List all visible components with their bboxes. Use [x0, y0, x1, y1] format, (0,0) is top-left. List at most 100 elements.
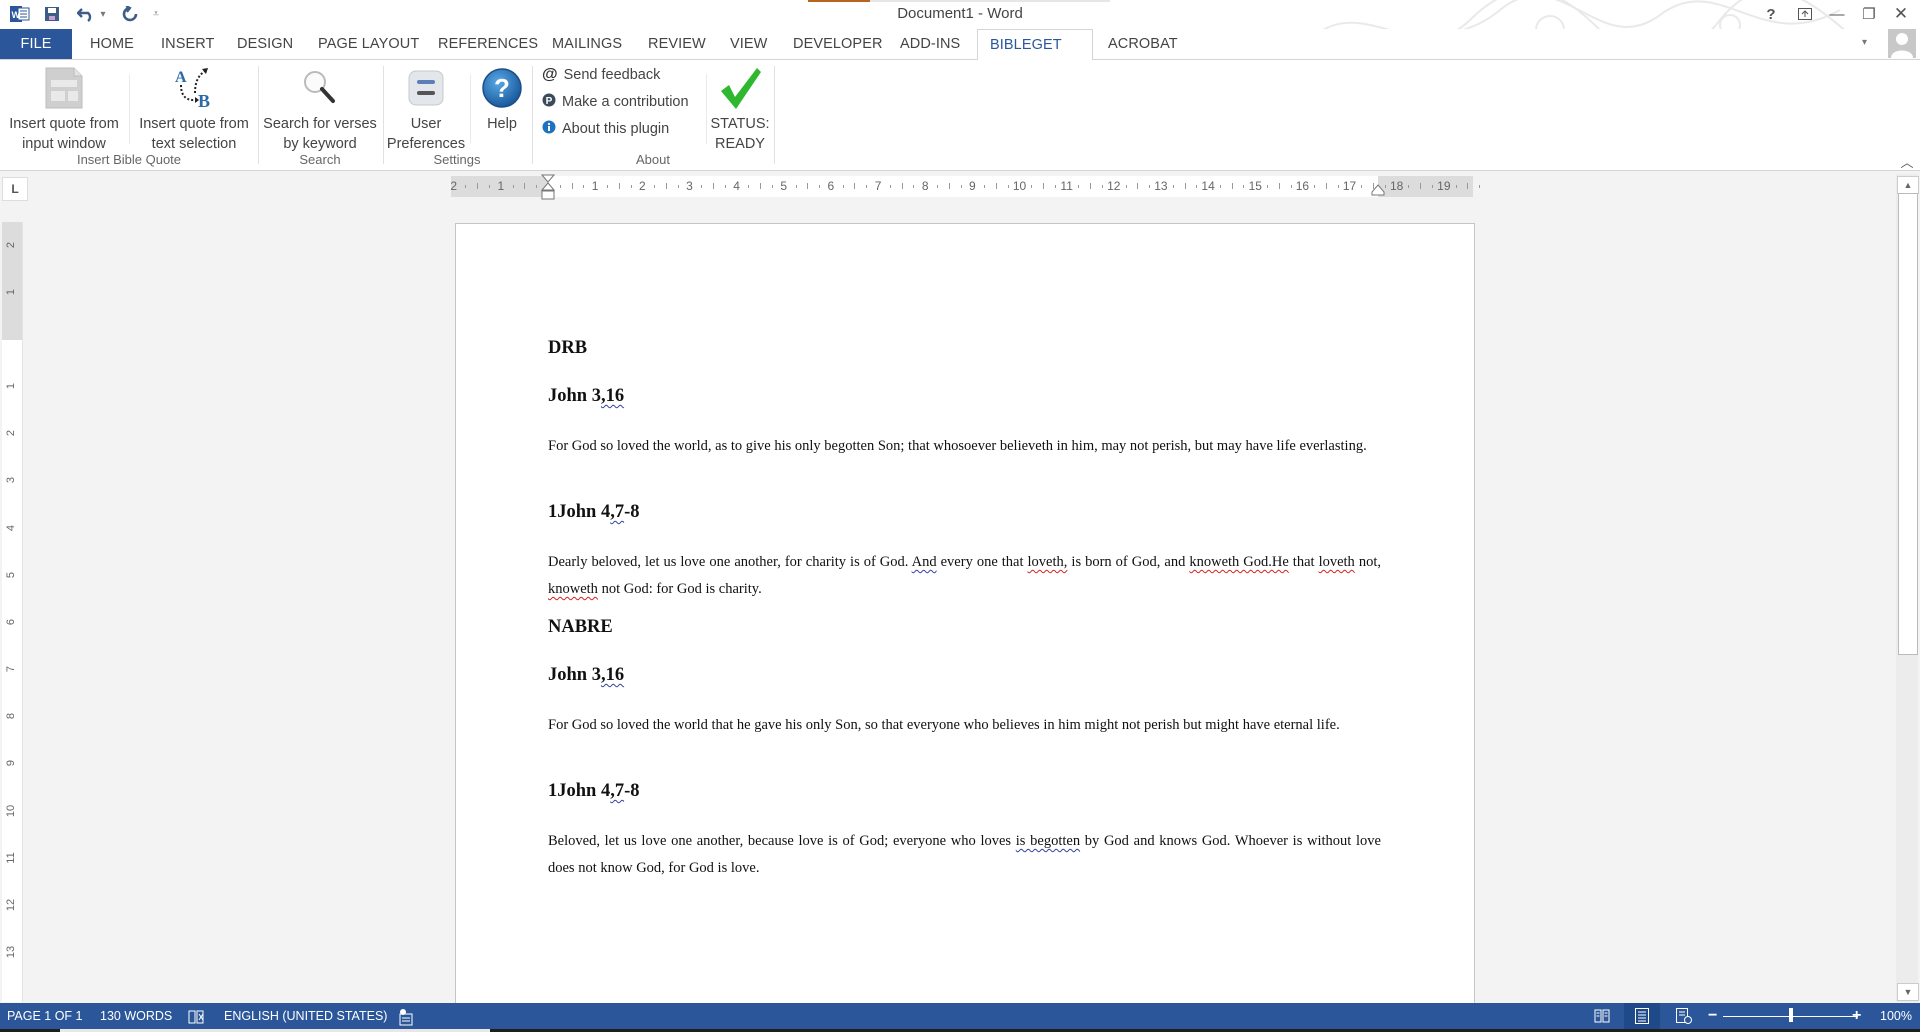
make-contribution-label: Make a contribution: [562, 94, 689, 110]
make-contribution-button[interactable]: P Make a contribution: [542, 91, 689, 113]
grammar-error: ,16: [600, 386, 625, 406]
tab-home[interactable]: HOME: [78, 29, 146, 59]
ribbon: Insert quote from input window A B Inser…: [0, 60, 1920, 171]
status-bar: PAGE 1 OF 1 130 WORDS ENGLISH (UNITED ST…: [0, 1003, 1920, 1029]
ruler-tick: [477, 183, 479, 189]
ruler-tick: [1432, 185, 1434, 188]
document-paragraph[interactable]: For God so loved the world that he gave …: [548, 712, 1381, 739]
zoom-level[interactable]: 100%: [1880, 1003, 1912, 1029]
close-button[interactable]: ✕: [1886, 2, 1916, 26]
document-paragraph[interactable]: Beloved, let us love one another, becaus…: [548, 828, 1381, 882]
collapse-ribbon-icon[interactable]: ︿: [1896, 152, 1918, 171]
word-count[interactable]: 130 WORDS: [100, 1003, 172, 1029]
status-label-line1: STATUS:: [710, 116, 770, 132]
vertical-ruler-number: 10: [5, 804, 17, 817]
tab-mailings[interactable]: MAILINGS: [540, 29, 634, 59]
vertical-ruler-number: 13: [5, 945, 17, 959]
ruler-number: 14: [1201, 179, 1215, 193]
right-indent-marker[interactable]: [1371, 184, 1385, 196]
help-button[interactable]: ?: [1756, 2, 1786, 26]
user-avatar[interactable]: [1888, 29, 1916, 58]
language-indicator[interactable]: ENGLISH (UNITED STATES): [224, 1003, 387, 1029]
separator: [470, 74, 471, 144]
account-dropdown-icon[interactable]: ▾: [1862, 37, 1867, 48]
web-layout-button[interactable]: [1666, 1003, 1702, 1029]
document-paragraph[interactable]: Dearly beloved, let us love one another,…: [548, 549, 1381, 603]
ruler-tick: [724, 185, 726, 188]
send-feedback-button[interactable]: @ Send feedback: [542, 64, 660, 86]
minimize-button[interactable]: —: [1822, 2, 1852, 26]
zoom-out-button[interactable]: −: [1708, 1003, 1717, 1029]
document-heading[interactable]: NABRE: [548, 617, 1381, 638]
ruler-tick: [536, 185, 538, 188]
tab-design[interactable]: DESIGN: [225, 29, 305, 59]
first-line-indent-marker[interactable]: [541, 174, 555, 202]
tab-review[interactable]: REVIEW: [636, 29, 718, 59]
tab-view[interactable]: VIEW: [718, 29, 779, 59]
ruler-tick: [901, 183, 903, 189]
ruler-tick: [866, 185, 868, 188]
ruler-tick: [960, 185, 962, 188]
tab-add-ins[interactable]: ADD-INS: [888, 29, 972, 59]
ruler-tick: [1031, 185, 1033, 188]
print-layout-button[interactable]: [1624, 1003, 1660, 1029]
text-run: not,: [1354, 554, 1381, 570]
spelling-error: knoweth God.He: [1189, 554, 1289, 570]
document-page[interactable]: DRB John 3,16 For God so loved the world, …: [455, 223, 1475, 1014]
tab-insert[interactable]: INSERT: [149, 29, 227, 59]
ruler-tick: [559, 185, 561, 188]
ruler-tick: [819, 185, 821, 188]
grammar-error: And: [911, 554, 937, 570]
text-run: every one that: [936, 554, 1028, 570]
insert-quote-text-selection-button[interactable]: A B Insert quote from text selection: [132, 62, 256, 154]
separator: [706, 74, 707, 144]
tab-page-layout[interactable]: PAGE LAYOUT: [306, 29, 431, 59]
search-verses-by-keyword-button[interactable]: Search for verses by keyword: [262, 62, 378, 154]
ruler-number: 15: [1248, 179, 1262, 193]
ruler-tick: [1043, 183, 1045, 189]
tab-bibleget-io[interactable]: BIBLEGET I/O: [977, 29, 1093, 83]
ruler-tick: [1078, 185, 1080, 188]
zoom-slider-thumb[interactable]: [1788, 1008, 1793, 1022]
ribbon-display-options-button[interactable]: [1790, 2, 1820, 26]
about-plugin-label: About this plugin: [562, 121, 670, 137]
restore-button[interactable]: ❐: [1854, 2, 1884, 26]
vertical-ruler-number: 7: [5, 665, 17, 673]
user-preferences-button[interactable]: User Preferences: [386, 62, 466, 154]
ruler-tick: [524, 183, 526, 189]
scrollbar-thumb[interactable]: [1898, 193, 1918, 655]
ruler-tick: [842, 185, 844, 188]
tab-references[interactable]: REFERENCES: [426, 29, 550, 59]
group-separator: [774, 66, 775, 164]
ribbon-tabs: FILE HOME INSERT DESIGN PAGE LAYOUT REFE…: [0, 29, 1920, 83]
grammar-error: ,7: [610, 781, 625, 801]
document-heading[interactable]: John 3,16: [548, 665, 1381, 686]
proofing-book-icon: [188, 1010, 204, 1024]
help-plugin-button[interactable]: ? Help: [474, 62, 530, 134]
tab-developer[interactable]: DEVELOPER: [781, 29, 895, 59]
about-plugin-button[interactable]: About this plugin: [542, 118, 669, 140]
document-heading[interactable]: John 3,16: [548, 386, 1381, 407]
document-paragraph[interactable]: For God so loved the world, as to give h…: [548, 433, 1381, 460]
text-run: Beloved, let us love one another, becaus…: [548, 833, 1016, 849]
document-heading[interactable]: 1John 4,7-8: [548, 502, 1381, 523]
tab-acrobat[interactable]: ACROBAT: [1096, 29, 1190, 59]
proofing-status[interactable]: [188, 1003, 206, 1029]
ruler-tick: [1219, 185, 1221, 188]
read-mode-button[interactable]: [1584, 1003, 1620, 1029]
document-heading[interactable]: 1John 4,7-8: [548, 781, 1381, 802]
scroll-up-button[interactable]: ▲: [1897, 176, 1919, 194]
macro-recording-button[interactable]: [398, 1003, 414, 1029]
ribbon-display-icon: [1798, 8, 1812, 20]
read-mode-icon: [1594, 1009, 1610, 1023]
ruler-tick: [701, 185, 703, 188]
ruler-number: 5: [780, 179, 788, 193]
paypal-icon: P: [542, 93, 556, 111]
scroll-down-button[interactable]: ▼: [1897, 983, 1919, 1001]
print-layout-icon: [1635, 1008, 1649, 1024]
ruler-number: 12: [1107, 179, 1121, 193]
page-count[interactable]: PAGE 1 OF 1: [7, 1003, 83, 1029]
text-run: For God so loved the world, as to give h…: [548, 438, 1367, 454]
document-heading[interactable]: DRB: [548, 338, 1381, 359]
text-run: 1John 4: [548, 781, 611, 801]
